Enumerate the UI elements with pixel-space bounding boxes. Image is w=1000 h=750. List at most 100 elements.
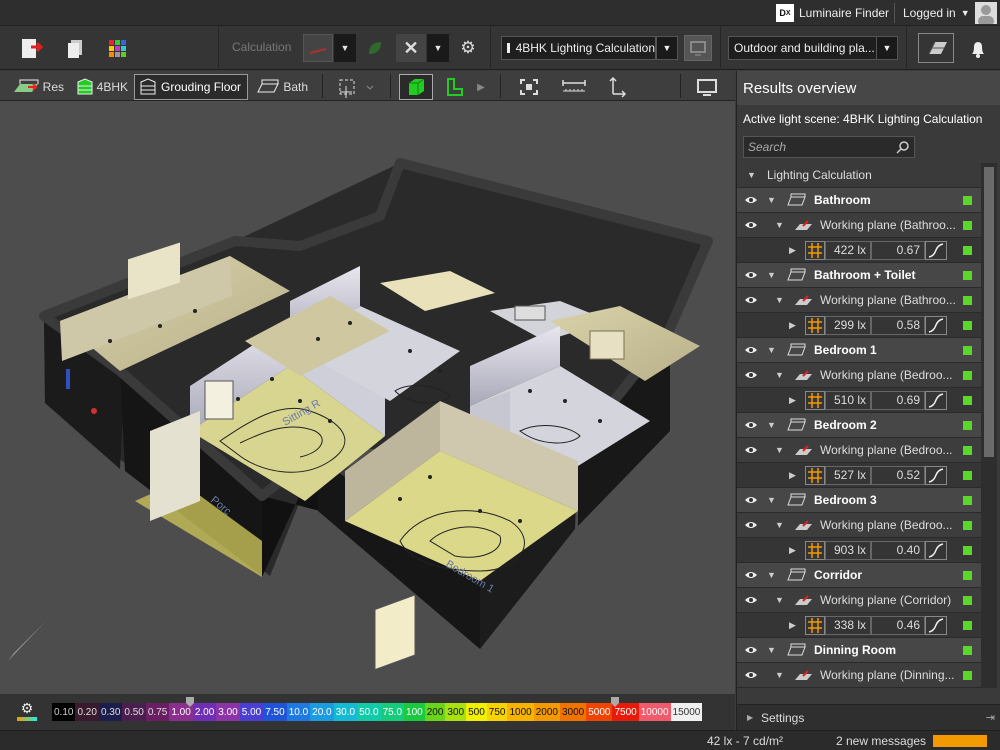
- fit-view-button[interactable]: [516, 76, 542, 98]
- legend-segment: 0.50: [122, 703, 146, 721]
- graph-icon: [925, 241, 947, 260]
- chevron-right-icon: ▶: [789, 244, 796, 255]
- chevron-down-icon: ▼: [767, 195, 776, 205]
- energy-button[interactable]: [364, 38, 386, 58]
- measure-distance-button[interactable]: [560, 76, 588, 98]
- 3d-view-button[interactable]: [399, 74, 433, 100]
- curve-icon: [928, 618, 944, 633]
- calculation-dropdown[interactable]: ▼: [334, 34, 356, 62]
- search-input[interactable]: Search: [743, 136, 915, 158]
- more-views-button[interactable]: ▶: [474, 78, 488, 96]
- tab-bath[interactable]: Bath: [252, 74, 312, 100]
- room-row[interactable]: ▼ Bathroom: [737, 188, 981, 213]
- gear-icon: ⚙: [460, 38, 476, 57]
- grid-result-icon: [808, 543, 822, 558]
- light-scene-dropdown[interactable]: ▼: [656, 36, 678, 60]
- calculation-start-button[interactable]: [303, 34, 333, 62]
- visibility-toggle[interactable]: [743, 645, 759, 655]
- scrollbar-thumb[interactable]: [984, 167, 994, 457]
- outdoor-scene-dropdown[interactable]: ▼: [876, 36, 898, 60]
- legend-segment: 5.00: [239, 703, 264, 721]
- result-row[interactable]: ▶ 422 lx 0.67: [737, 238, 981, 263]
- status-ok-indicator: [963, 295, 972, 305]
- grid-result-icon: [808, 318, 822, 333]
- cancel-calculation-button[interactable]: ✕: [396, 34, 426, 62]
- results-scrollbar[interactable]: [981, 163, 997, 688]
- copy-button[interactable]: [64, 37, 86, 61]
- scene-marker-icon: [507, 43, 510, 53]
- user-avatar[interactable]: [975, 2, 997, 24]
- settings-bar[interactable]: ▶ Settings ⇥: [737, 704, 1000, 730]
- visibility-toggle[interactable]: [743, 370, 759, 380]
- isoline-icon: [805, 616, 825, 635]
- room-row[interactable]: ▼ Corridor: [737, 563, 981, 588]
- tab-4bhk[interactable]: 4BHK: [72, 74, 132, 100]
- presentation-button[interactable]: [694, 76, 720, 98]
- visibility-toggle[interactable]: [743, 220, 759, 230]
- eye-icon: [745, 422, 757, 428]
- status-ok-indicator: [963, 570, 972, 580]
- visibility-toggle[interactable]: [743, 570, 759, 580]
- calc-settings-button[interactable]: ⚙: [457, 38, 479, 58]
- working-plane-row[interactable]: ▼ Working plane (Corridor): [737, 588, 981, 613]
- working-plane-row[interactable]: ▼ Working plane (Bedroo...: [737, 363, 981, 388]
- working-plane-row[interactable]: ▼ Working plane (Bedroo...: [737, 513, 981, 538]
- result-row[interactable]: ▶ 527 lx 0.52: [737, 463, 981, 488]
- tab-result[interactable]: Res: [8, 74, 68, 100]
- room-row[interactable]: ▼ Bedroom 3: [737, 488, 981, 513]
- play-icon: ▶: [477, 81, 485, 93]
- legend-segment: 0.10: [52, 703, 76, 721]
- working-plane-row[interactable]: ▼ Working plane (Bathroo...: [737, 213, 981, 238]
- visibility-toggle[interactable]: [743, 495, 759, 505]
- cancel-dropdown[interactable]: ▼: [427, 34, 449, 62]
- ground-plane-button[interactable]: [918, 33, 954, 63]
- status-ok-indicator: [963, 370, 972, 380]
- working-plane-row[interactable]: ▼ Working plane (Bedroo...: [737, 438, 981, 463]
- result-row[interactable]: ▶ 903 lx 0.40: [737, 538, 981, 563]
- visibility-toggle[interactable]: [743, 345, 759, 355]
- legend-settings-button[interactable]: ⚙: [16, 700, 38, 724]
- messages-link[interactable]: 2 new messages: [836, 734, 926, 748]
- floor-plan-button[interactable]: [442, 76, 466, 98]
- visibility-toggle[interactable]: [743, 270, 759, 280]
- working-plane-row[interactable]: ▼ Working plane (Bathroo...: [737, 288, 981, 313]
- login-menu[interactable]: Logged in ▼: [903, 0, 970, 26]
- gear-icon: ⚙: [20, 700, 34, 716]
- material-button[interactable]: [106, 37, 130, 61]
- tab-label: Res: [42, 80, 64, 94]
- monitor-icon: [697, 79, 717, 96]
- luminaire-finder-button[interactable]: DX Luminaire Finder: [776, 0, 889, 26]
- outdoor-scene-select[interactable]: Outdoor and building pla...: [728, 36, 878, 60]
- export-button[interactable]: [18, 37, 44, 61]
- result-row[interactable]: ▶ 510 lx 0.69: [737, 388, 981, 413]
- visibility-toggle[interactable]: [743, 520, 759, 530]
- 3d-viewport[interactable]: Sitting R Bedroom 1 Porc: [0, 101, 735, 694]
- room-row[interactable]: ▼ Bedroom 2: [737, 413, 981, 438]
- visibility-toggle[interactable]: [743, 670, 759, 680]
- selection-mode-button[interactable]: [336, 76, 376, 98]
- visibility-toggle[interactable]: [743, 595, 759, 605]
- tab-grouding-floor[interactable]: Grouding Floor: [134, 74, 248, 100]
- top-bar: DX Luminaire Finder Logged in ▼: [0, 0, 1000, 26]
- room-row[interactable]: ▼ Bedroom 1: [737, 338, 981, 363]
- room-row[interactable]: ▼ Dinning Room: [737, 638, 981, 663]
- room-row[interactable]: ▼ Bathroom + Toilet: [737, 263, 981, 288]
- tree-group-row[interactable]: ▼ Lighting Calculation: [737, 163, 981, 188]
- building-3d-model[interactable]: Sitting R Bedroom 1 Porc: [0, 101, 735, 694]
- working-plane-row[interactable]: ▼ Working plane (Dinning...: [737, 663, 981, 688]
- notifications-button[interactable]: [966, 38, 990, 60]
- scene-monitor-button[interactable]: [684, 35, 712, 61]
- visibility-toggle[interactable]: [743, 195, 759, 205]
- visibility-toggle[interactable]: [743, 295, 759, 305]
- chevron-down-icon: ▼: [775, 370, 784, 380]
- visibility-toggle[interactable]: [743, 445, 759, 455]
- visibility-toggle[interactable]: [743, 420, 759, 430]
- graph-icon: [925, 541, 947, 560]
- light-scene-select[interactable]: 4BHK Lighting Calculation: [501, 36, 656, 60]
- isoline-icon: [805, 316, 825, 335]
- messages-indicator[interactable]: [933, 735, 987, 747]
- measure-height-button[interactable]: [606, 76, 632, 98]
- result-row[interactable]: ▶ 338 lx 0.46: [737, 613, 981, 638]
- chevron-down-icon: ▼: [775, 670, 784, 680]
- result-row[interactable]: ▶ 299 lx 0.58: [737, 313, 981, 338]
